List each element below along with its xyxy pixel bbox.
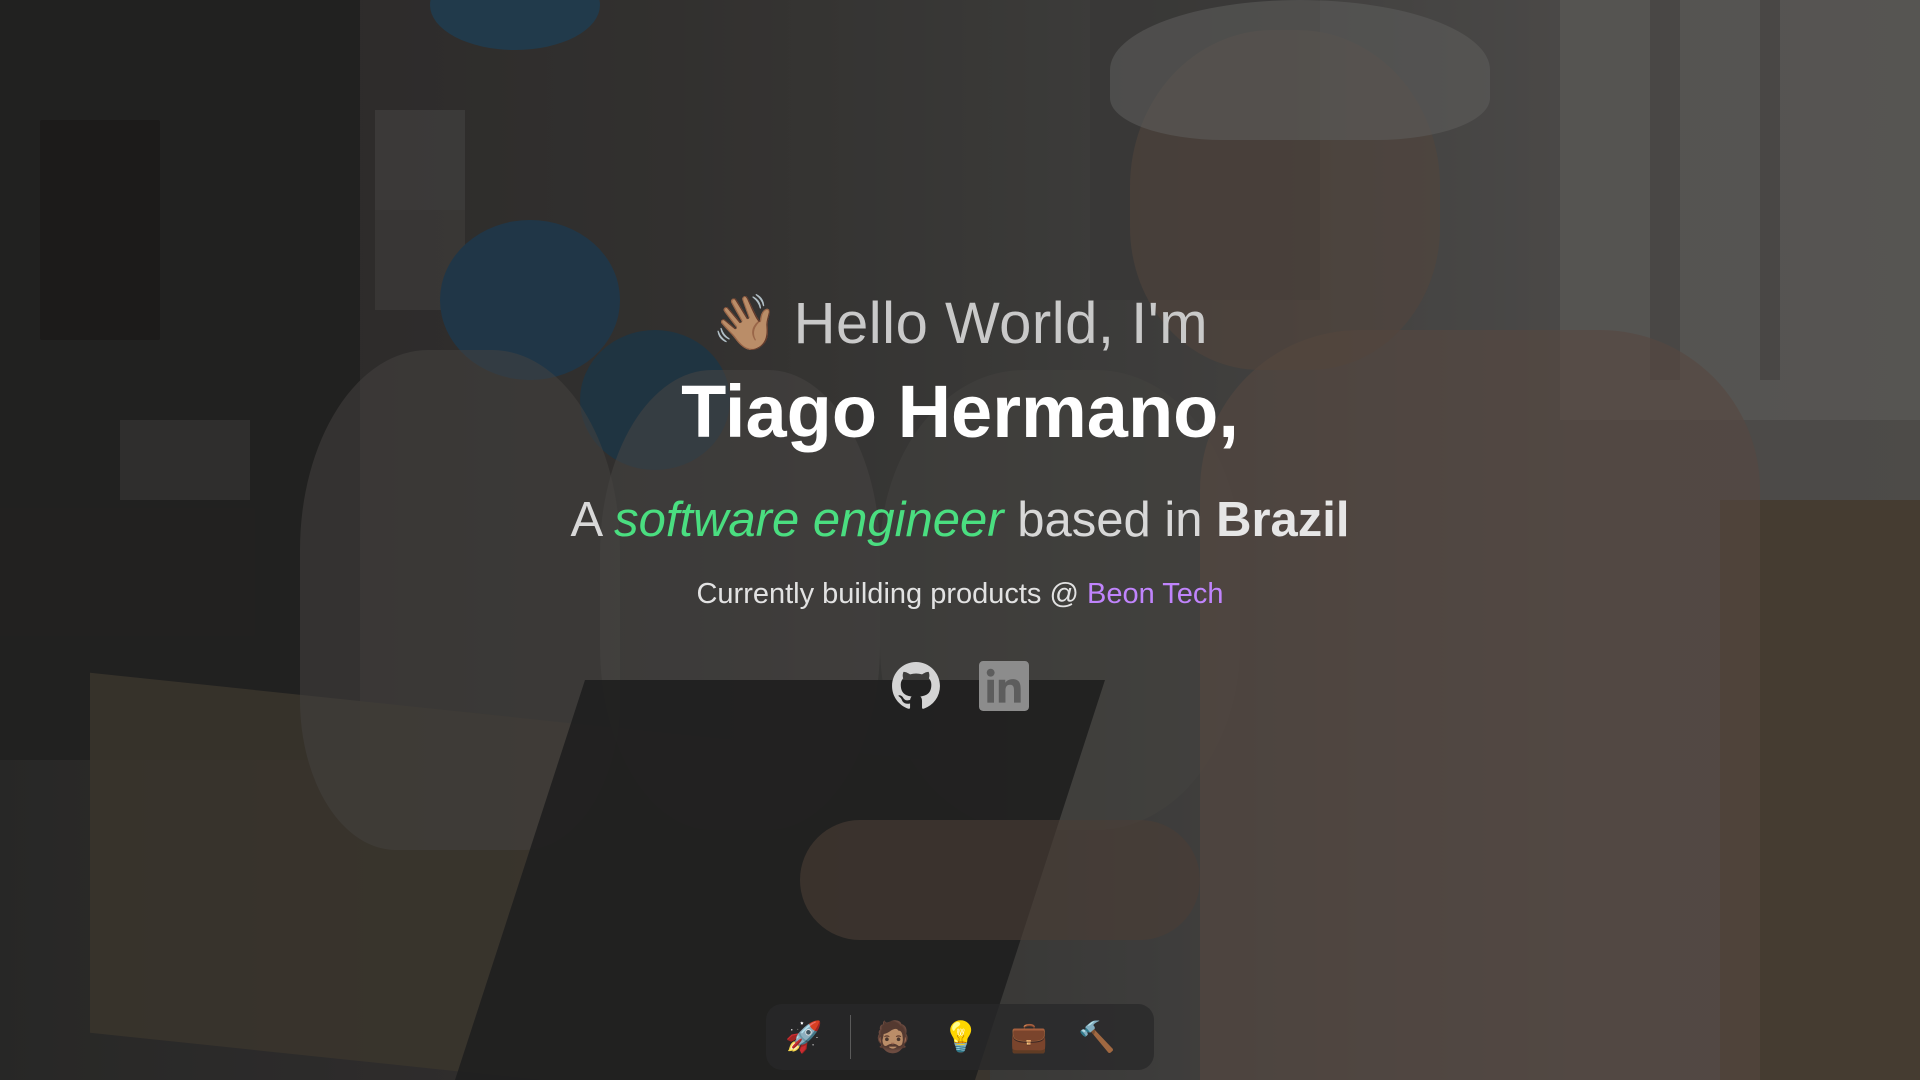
greeting-text: Hello World, I'm <box>793 291 1209 356</box>
person-icon[interactable]: 🧔🏽 <box>873 1017 913 1057</box>
social-links <box>891 661 1029 711</box>
lightbulb-icon[interactable]: 💡 <box>941 1017 981 1057</box>
github-icon <box>892 662 940 709</box>
tagline-role: software engineer <box>614 493 1004 547</box>
briefcase-icon[interactable]: 💼 <box>1009 1017 1049 1057</box>
github-link[interactable] <box>891 661 941 711</box>
linkedin-link[interactable] <box>979 661 1029 711</box>
tagline-prefix: A <box>570 493 601 547</box>
linkedin-icon <box>979 661 1029 711</box>
bottom-dock: 🚀 🧔🏽 💡 💼 🔨 <box>766 1004 1154 1070</box>
current-work-prefix: Currently building products @ <box>696 578 1079 610</box>
greeting: 👋🏽 Hello World, I'm <box>712 290 1208 357</box>
company-link[interactable]: Beon Tech <box>1087 578 1224 610</box>
hero-section: 👋🏽 Hello World, I'm Tiago Hermano, A sof… <box>0 0 1920 1080</box>
tagline-place: Brazil <box>1216 493 1350 547</box>
waving-hand-icon: 👋🏽 <box>711 293 780 353</box>
tagline-middle: based in <box>1017 493 1203 547</box>
hammer-icon[interactable]: 🔨 <box>1077 1017 1117 1057</box>
current-work: Currently building products @ Beon Tech <box>696 578 1223 611</box>
dock-divider <box>850 1015 851 1059</box>
rocket-icon[interactable]: 🚀 <box>784 1017 824 1057</box>
tagline: A software engineer based in Brazil <box>570 492 1349 548</box>
hero-name: Tiago Hermano, <box>681 370 1239 453</box>
